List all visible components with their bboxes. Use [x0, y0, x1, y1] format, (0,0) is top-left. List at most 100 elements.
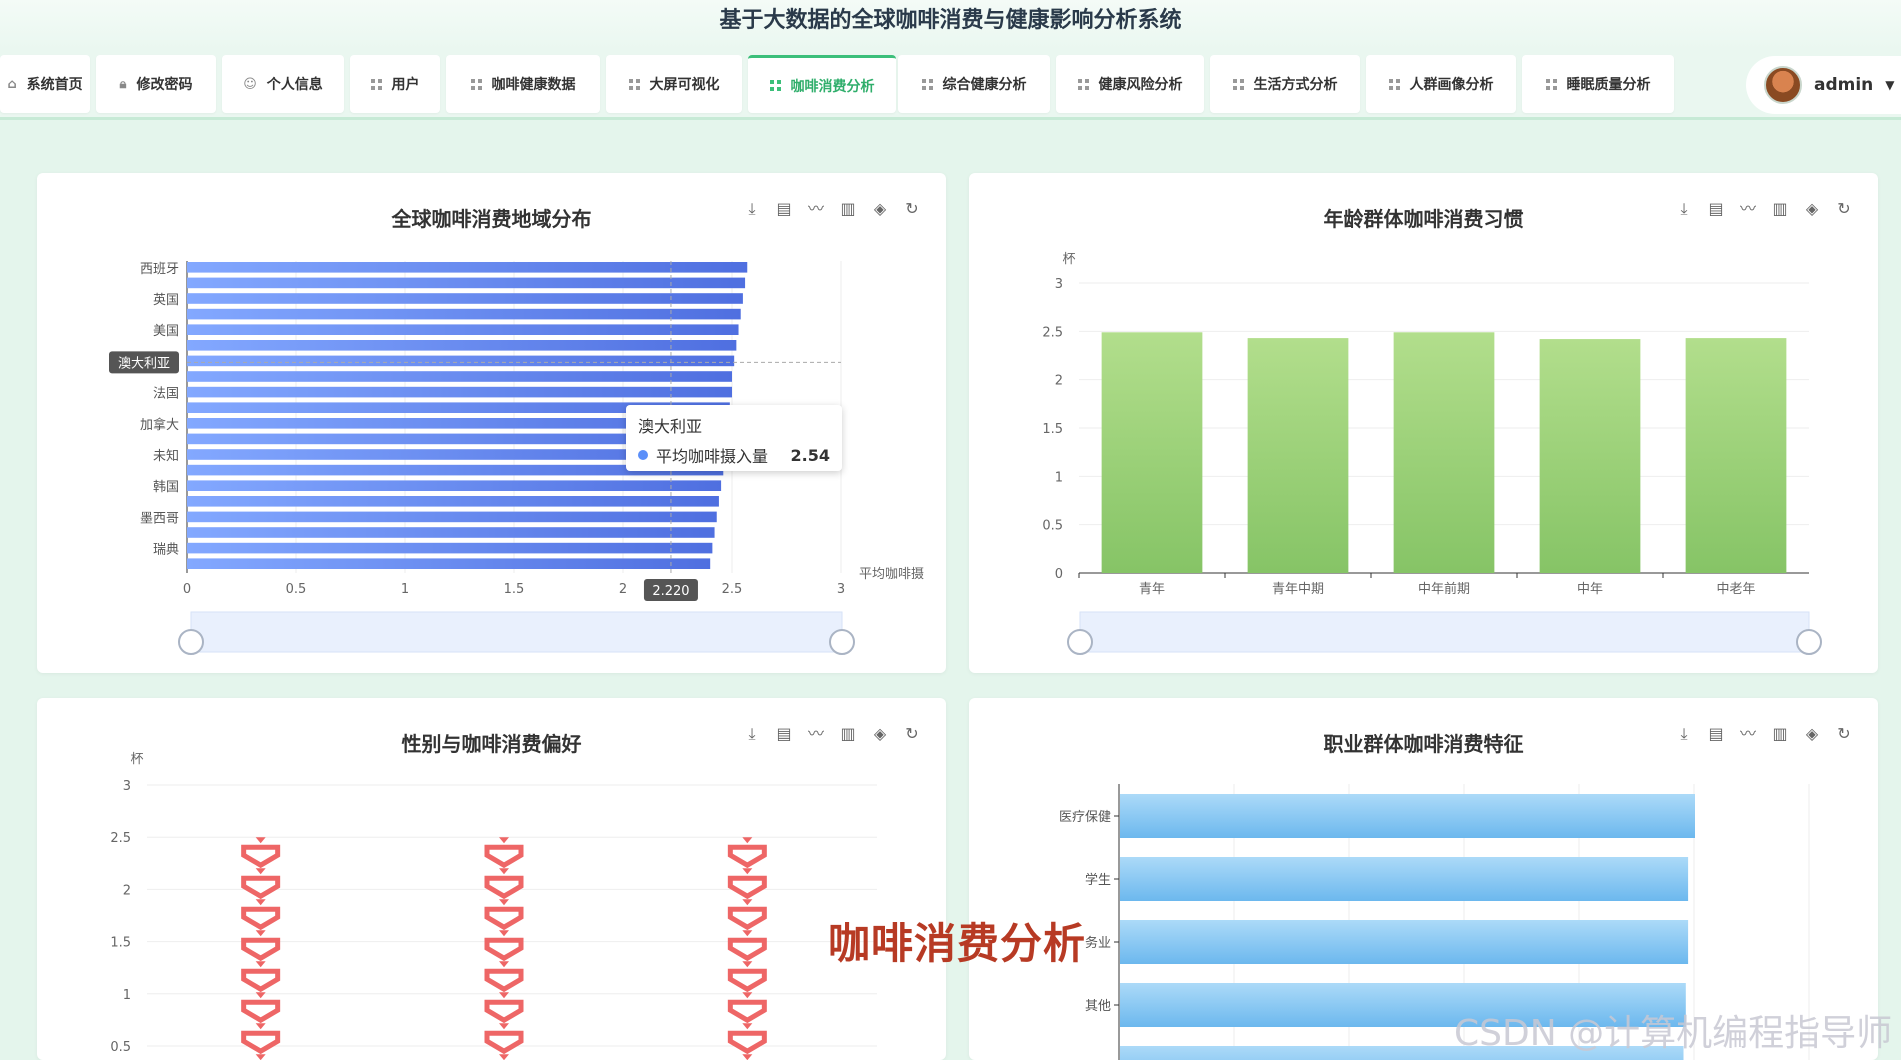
zoom-handle-left — [1067, 629, 1093, 655]
nav-item-9[interactable]: 生活方式分析 — [1210, 55, 1360, 113]
refresh-icon[interactable]: ↻ — [1834, 724, 1854, 744]
nav-item-4[interactable]: 咖啡健康数据 — [446, 55, 600, 113]
refresh-icon[interactable]: ↻ — [902, 199, 922, 219]
bar-chart-icon[interactable]: ▥ — [1770, 199, 1790, 219]
pictorial-bar-symbol — [727, 844, 767, 869]
grid-icon — [470, 78, 482, 90]
y-axis-label: 杯 — [1062, 252, 1075, 267]
download-icon[interactable]: ⤓ — [1674, 199, 1694, 219]
stack-icon[interactable]: ◈ — [870, 199, 890, 219]
chart-panel-gender: 性别与咖啡消费偏好 ⤓ ▤ 〰 ▥ ◈ ↻ 杯 0.5 1 1.5 2 2.5 3 — [37, 698, 946, 1060]
bar-chart-icon[interactable]: ▥ — [1770, 724, 1790, 744]
refresh-icon[interactable]: ↻ — [902, 724, 922, 744]
nav-item-5[interactable]: 大屏可视化 — [606, 55, 742, 113]
y-tick-label: 2.5 — [1042, 325, 1063, 340]
y-tick-label: 3 — [1055, 277, 1063, 292]
pictorial-bar-tip — [742, 1054, 753, 1060]
y-tick-label: 韩国 — [153, 480, 179, 495]
line-chart-icon[interactable]: 〰 — [806, 199, 826, 219]
stack-icon[interactable]: ◈ — [1802, 724, 1822, 744]
refresh-icon[interactable]: ↻ — [1834, 199, 1854, 219]
datazoom-slider — [190, 611, 843, 653]
bar — [1101, 332, 1203, 573]
pictorial-bar-tip — [742, 1023, 753, 1030]
nav-item-label: 个人信息 — [266, 77, 323, 93]
bar — [187, 355, 735, 367]
grid-icon — [628, 78, 640, 90]
nav-item-6[interactable]: 咖啡消费分析 — [748, 55, 896, 113]
y-tick-label: 1.5 — [1042, 422, 1063, 437]
y-tick-label: 务业 — [1085, 935, 1111, 951]
data-view-icon[interactable]: ▤ — [774, 199, 794, 219]
top-navigation: admin ▼ ⌂ 系统首页 🔒︎ 修改密码 ☺ 个人信息 用户 咖啡健康数据 大屏可视化 咖啡消… — [0, 50, 1901, 120]
bar — [187, 262, 748, 273]
pictorial-bar-symbol — [241, 999, 281, 1024]
nav-item-0[interactable]: ⌂ 系统首页 — [0, 55, 90, 113]
pictorial-bar-tip — [255, 992, 266, 999]
stack-icon[interactable]: ◈ — [1802, 199, 1822, 219]
grid-icon — [769, 80, 781, 91]
chart-toolbox: ⤓ ▤ 〰 ▥ ◈ ↻ — [1674, 199, 1854, 219]
chart-panel-age: 年龄群体咖啡消费习惯 ⤓ ▤ 〰 ▥ ◈ ↻ 杯 0 0.5 1 1.5 2 2.5 3 青年 青年中期 中年… — [969, 173, 1878, 673]
y-tick-label: 法国 — [153, 387, 179, 402]
y-tick-label: 西班牙 — [140, 262, 179, 277]
chart-toolbox: ⤓ ▤ 〰 ▥ ◈ ↻ — [742, 199, 922, 219]
username: admin — [1814, 75, 1874, 95]
chevron-down-icon: ▼ — [1885, 78, 1895, 92]
nav-item-2[interactable]: ☺ 个人信息 — [222, 55, 344, 113]
nav-item-7[interactable]: 综合健康分析 — [898, 55, 1050, 113]
pictorial-bar-symbol — [484, 1030, 524, 1055]
nav-item-label: 用户 — [391, 77, 420, 93]
datazoom-slider — [1079, 611, 1810, 653]
pictorial-bar-tip — [499, 899, 509, 906]
x-tick-label: 中年 — [1577, 582, 1603, 597]
x-tick-label: 1 — [401, 582, 409, 597]
x-axis-label: 平均咖啡摄 — [859, 567, 924, 582]
pictorial-bar-tip — [499, 1054, 509, 1060]
y-tick-label: 2 — [1055, 374, 1063, 389]
pictorial-bar-tip — [255, 837, 266, 844]
x-tick-label: 青年 — [1139, 582, 1165, 597]
bar — [1539, 339, 1641, 573]
user-menu[interactable]: admin ▼ — [1746, 56, 1901, 114]
stack-icon[interactable]: ◈ — [870, 724, 890, 744]
data-view-icon[interactable]: ▤ — [1706, 199, 1726, 219]
pictorial-bar-tip — [742, 837, 753, 844]
pictorial-bar-tip — [255, 899, 266, 906]
pictorial-bar-tip — [742, 930, 753, 937]
bar — [187, 480, 722, 491]
tooltip-value: 2.54 — [790, 445, 830, 465]
bar-chart-icon[interactable]: ▥ — [838, 199, 858, 219]
bar — [187, 340, 737, 351]
pictorial-bar-tip — [255, 1023, 266, 1030]
y-tick-label: 0.5 — [110, 1040, 131, 1055]
pictorial-bar-tip — [742, 992, 753, 999]
data-view-icon[interactable]: ▤ — [774, 724, 794, 744]
series-dot-icon — [638, 450, 648, 460]
y-tick-label: 瑞典 — [153, 543, 179, 558]
nav-item-10[interactable]: 人群画像分析 — [1366, 55, 1516, 113]
chart-toolbox: ⤓ ▤ 〰 ▥ ◈ ↻ — [742, 724, 922, 744]
y-tick-label: 2.5 — [110, 831, 131, 846]
nav-item-11[interactable]: 睡眠质量分析 — [1522, 55, 1674, 113]
avatar — [1764, 66, 1802, 104]
grid-icon — [921, 78, 933, 90]
pictorial-bar-symbol — [727, 906, 767, 931]
nav-item-1[interactable]: 🔒︎ 修改密码 — [96, 55, 216, 113]
bar — [187, 308, 741, 320]
download-icon[interactable]: ⤓ — [742, 199, 762, 219]
data-view-icon[interactable]: ▤ — [1706, 724, 1726, 744]
line-chart-icon[interactable]: 〰 — [806, 724, 826, 744]
download-icon[interactable]: ⤓ — [742, 724, 762, 744]
pictorial-bar-symbol — [484, 906, 524, 931]
nav-item-label: 系统首页 — [26, 77, 83, 93]
bar-chart-icon[interactable]: ▥ — [838, 724, 858, 744]
pictorial-bar-tip — [255, 868, 266, 875]
download-icon[interactable]: ⤓ — [1674, 724, 1694, 744]
line-chart-icon[interactable]: 〰 — [1738, 199, 1758, 219]
nav-item-3[interactable]: 用户 — [350, 55, 440, 113]
nav-item-8[interactable]: 健康风险分析 — [1056, 55, 1204, 113]
line-chart-icon[interactable]: 〰 — [1738, 724, 1758, 744]
chart-tooltip: 澳大利亚 平均咖啡摄入量 2.54 — [626, 405, 842, 471]
watermark: CSDN @计算机编程指导师 — [1454, 1013, 1893, 1054]
